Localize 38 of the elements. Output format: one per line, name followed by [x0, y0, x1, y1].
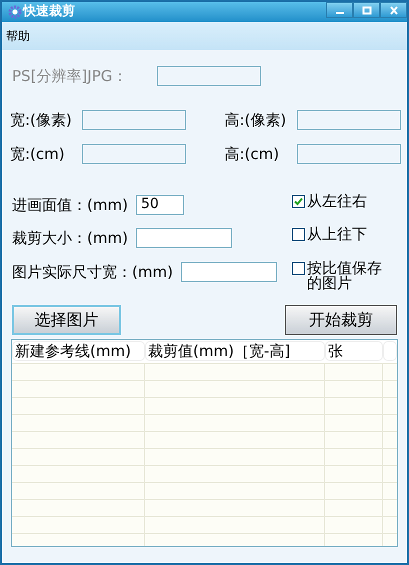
input-field[interactable] — [180, 262, 277, 282]
checkbox[interactable] — [292, 262, 305, 274]
checkbox[interactable] — [292, 194, 305, 208]
checkbox-option[interactable]: 按比值保存的图片 — [292, 260, 394, 290]
column-header[interactable]: 裁剪值(mm)［宽-高] — [145, 341, 325, 361]
maximize-icon — [362, 6, 372, 14]
field-label: 宽:(像素) — [10, 110, 73, 130]
field-label: 裁剪大小：(mm) — [12, 228, 128, 249]
column-header[interactable]: 张 — [325, 341, 383, 361]
input-field[interactable] — [296, 110, 400, 130]
close-button[interactable] — [380, 2, 407, 18]
maximize-button[interactable] — [353, 2, 380, 18]
field-label: 高:(cm) — [224, 144, 280, 165]
input-field[interactable]: 50 — [136, 194, 184, 215]
check-icon — [294, 196, 303, 206]
select-image-button[interactable]: 选择图片 — [12, 304, 121, 334]
checkbox-option[interactable]: 从上往下 — [292, 227, 394, 242]
input-field[interactable] — [82, 110, 186, 130]
field-label: 图片实际尺寸宽：(mm) — [12, 262, 173, 282]
input-field[interactable] — [136, 228, 232, 248]
field-label: 宽:(cm) — [10, 144, 66, 165]
column-header[interactable]: 新建参考线(mm) — [12, 341, 145, 361]
minimize-button[interactable] — [326, 2, 353, 18]
minimize-icon — [336, 12, 344, 14]
input-field[interactable] — [296, 144, 400, 164]
column-header[interactable] — [383, 341, 397, 361]
field-label: 高:(像素) — [224, 110, 288, 130]
field-label: 进画面值：(mm) — [12, 194, 128, 216]
checkbox[interactable] — [292, 228, 305, 241]
field-label: PS[分辨率]JPG： — [12, 66, 128, 87]
input-field[interactable] — [157, 66, 261, 86]
start-crop-button[interactable]: 开始裁剪 — [285, 304, 397, 334]
gear-icon — [8, 5, 22, 19]
window-title: 快速裁剪 — [23, 2, 75, 22]
checkbox-option[interactable]: 从左往右 — [292, 194, 394, 208]
menu-item[interactable]: 帮助 — [6, 27, 30, 45]
close-icon — [388, 6, 398, 14]
input-field[interactable] — [82, 144, 186, 164]
